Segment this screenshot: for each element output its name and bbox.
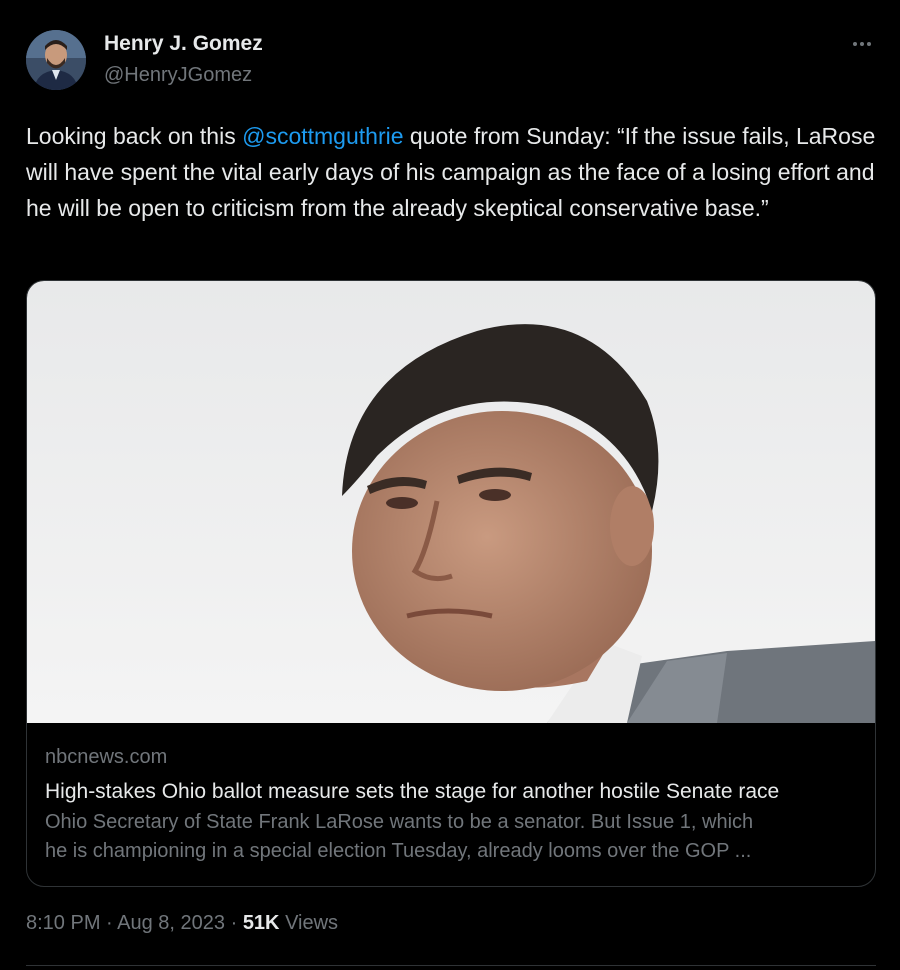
- avatar[interactable]: [26, 30, 86, 90]
- views-count: 51K: [242, 912, 280, 934]
- tweet-date[interactable]: Aug 8, 2023: [117, 912, 225, 934]
- tweet-text-before: Looking back on this: [26, 123, 243, 149]
- divider: [26, 965, 876, 966]
- dot: [867, 42, 871, 46]
- card-description-line-2: he is championing in a special election …: [45, 840, 752, 862]
- tweet: Henry J. Gomez @HenryJGomez Looking back…: [0, 0, 900, 970]
- author-name[interactable]: Henry J. Gomez: [104, 32, 263, 56]
- card-image: [27, 281, 875, 723]
- card-headline: High-stakes Ohio ballot measure sets the…: [45, 780, 780, 803]
- mention-link[interactable]: @scottmguthrie: [242, 123, 403, 149]
- card-description-line-1: Ohio Secretary of State Frank LaRose wan…: [45, 811, 754, 833]
- more-options-icon[interactable]: [848, 30, 876, 58]
- tweet-meta: 8:10 PM · Aug 8, 2023 · 51K Views: [26, 912, 338, 935]
- meta-separator: ·: [225, 912, 243, 934]
- link-card[interactable]: nbcnews.com High-stakes Ohio ballot meas…: [26, 280, 876, 887]
- author-handle[interactable]: @HenryJGomez: [104, 64, 252, 87]
- dot: [860, 42, 864, 46]
- card-meta: nbcnews.com High-stakes Ohio ballot meas…: [45, 743, 860, 866]
- card-domain: nbcnews.com: [45, 746, 168, 768]
- tweet-time[interactable]: 8:10 PM: [26, 912, 100, 934]
- meta-separator: ·: [100, 912, 118, 934]
- views-label: Views: [279, 912, 339, 934]
- tweet-text: Looking back on this @scottmguthrie quot…: [26, 118, 876, 226]
- dot: [853, 42, 857, 46]
